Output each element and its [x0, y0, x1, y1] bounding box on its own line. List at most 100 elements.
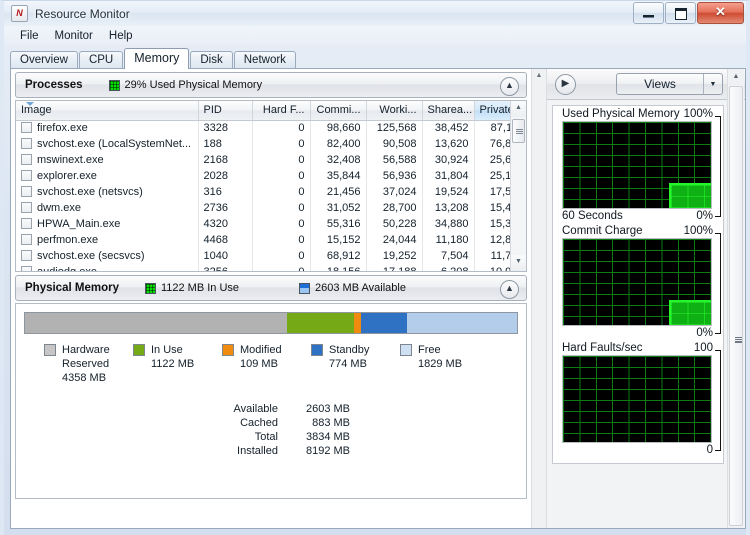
process-name: svchost.exe (netsvcs) [37, 186, 143, 198]
legend-swatch-icon [133, 344, 145, 356]
column-header-hard-faults[interactable]: Hard F... [252, 101, 310, 120]
menu-item-monitor[interactable]: Monitor [47, 28, 101, 44]
row-checkbox[interactable] [21, 154, 32, 165]
window-titlebar[interactable]: N Resource Monitor ✕ [4, 1, 746, 26]
table-row[interactable]: svchost.exe (netsvcs)316021,45637,02419,… [16, 184, 527, 200]
legend-label-cont: Reserved [62, 357, 110, 371]
shareable-cell: 31,804 [422, 168, 474, 184]
tab-overview[interactable]: Overview [10, 51, 78, 69]
scroll-up-arrow-icon[interactable]: ▲ [728, 69, 744, 85]
resource-monitor-window: N Resource Monitor ✕ File Monitor Help O… [0, 0, 750, 535]
graph-bottom-labels: 60 Seconds0% [553, 209, 723, 223]
chevron-down-icon[interactable]: ▼ [703, 74, 722, 94]
column-header-working-set[interactable]: Worki... [366, 101, 422, 120]
legend-label: Modified [240, 343, 282, 357]
shareable-cell: 34,880 [422, 216, 474, 232]
processes-section-header[interactable]: Processes 29% Used Physical Memory ▲ [15, 72, 527, 98]
column-header-shareable[interactable]: Sharea... [422, 101, 474, 120]
physical-memory-inuse-text: 1122 MB In Use [161, 282, 239, 294]
table-row[interactable]: explorer.exe2028035,84456,93631,80425,13… [16, 168, 527, 184]
tab-cpu[interactable]: CPU [79, 51, 123, 69]
graph-axis-bracket [720, 350, 721, 450]
row-checkbox[interactable] [21, 250, 32, 261]
resource-monitor-icon: N [11, 5, 28, 22]
physical-memory-legend: HardwareReserved4358 MBIn Use1122 MBModi… [44, 343, 526, 385]
processes-table-scrollbar[interactable]: ▲ ▼ [510, 101, 526, 271]
row-checkbox[interactable] [21, 202, 32, 213]
scroll-down-arrow-icon[interactable]: ▼ [511, 255, 526, 271]
graph-area-fill [671, 183, 711, 208]
table-row[interactable]: dwm.exe2736031,05228,70013,20815,492 [16, 200, 527, 216]
summary-row: Cached883 MB [220, 416, 526, 430]
processes-collapse-icon[interactable]: ▲ [500, 77, 519, 96]
shareable-cell: 30,924 [422, 152, 474, 168]
shareable-cell: 13,620 [422, 136, 474, 152]
image-cell: svchost.exe (secsvcs) [16, 248, 198, 264]
physical-memory-panel: HardwareReserved4358 MBIn Use1122 MBModi… [15, 303, 527, 499]
shareable-cell: 13,208 [422, 200, 474, 216]
graph-top-labels: Hard Faults/sec100 [553, 340, 723, 355]
right-pane-scrollbar[interactable]: ▲ [727, 69, 744, 528]
graph-canvas [562, 121, 712, 209]
graph-title: Commit Charge [562, 225, 643, 237]
image-cell: HPWA_Main.exe [16, 216, 198, 232]
physical-memory-section-header[interactable]: Physical Memory 1122 MB In Use 2603 MB A… [15, 275, 527, 301]
row-checkbox[interactable] [21, 170, 32, 181]
table-row[interactable]: HPWA_Main.exe4320055,31650,22834,88015,3… [16, 216, 527, 232]
left-pane-scrollbar[interactable]: ▲ [531, 69, 547, 528]
hard-faults-cell: 0 [252, 120, 310, 136]
graph-axis-bracket [720, 116, 721, 216]
right-pane: ▶ Views ▼ Used Physical Memory100%60 Sec… [547, 69, 745, 528]
row-checkbox[interactable] [21, 218, 32, 229]
graph-time-axis-label: 60 Seconds [562, 210, 623, 222]
tab-network[interactable]: Network [234, 51, 296, 69]
image-cell: svchost.exe (LocalSystemNet... [16, 136, 198, 152]
row-checkbox[interactable] [21, 122, 32, 133]
column-header-image[interactable]: Image [16, 101, 198, 120]
process-name: firefox.exe [37, 122, 88, 134]
tab-memory[interactable]: Memory [124, 48, 189, 69]
row-checkbox[interactable] [21, 266, 32, 272]
graph-block: Used Physical Memory100%60 Seconds0% [553, 106, 723, 223]
image-cell: svchost.exe (netsvcs) [16, 184, 198, 200]
scrollbar-track[interactable] [729, 86, 743, 526]
processes-title: Processes [25, 79, 83, 91]
table-row[interactable]: perfmon.exe4468015,15224,04411,18012,864 [16, 232, 527, 248]
row-checkbox[interactable] [21, 138, 32, 149]
table-row[interactable]: audiodg.exe3256018,15617,1886,20810,980 [16, 264, 527, 272]
sidebar-collapse-icon[interactable]: ▶ [555, 74, 576, 95]
tab-disk[interactable]: Disk [190, 51, 232, 69]
close-button[interactable]: ✕ [697, 2, 744, 24]
row-checkbox[interactable] [21, 186, 32, 197]
table-row[interactable]: svchost.exe (LocalSystemNet...188082,400… [16, 136, 527, 152]
physical-memory-available-text: 2603 MB Available [315, 282, 406, 294]
table-row[interactable]: svchost.exe (secsvcs)1040068,91219,2527,… [16, 248, 527, 264]
physical-memory-summary: Available2603 MBCached883 MBTotal3834 MB… [16, 402, 526, 458]
physical-memory-collapse-icon[interactable]: ▲ [500, 280, 519, 299]
column-header-pid[interactable]: PID [198, 101, 252, 120]
graph-fill-gridlines [671, 185, 711, 208]
menu-item-help[interactable]: Help [101, 28, 141, 44]
image-cell: audiodg.exe [16, 264, 198, 272]
graph-rising-edge [669, 183, 671, 208]
menu-item-file[interactable]: File [12, 28, 47, 44]
shareable-cell: 19,524 [422, 184, 474, 200]
table-row[interactable]: firefox.exe3328098,660125,56838,45287,11… [16, 120, 527, 136]
hard-faults-cell: 0 [252, 200, 310, 216]
column-header-commit[interactable]: Commi... [310, 101, 366, 120]
views-button[interactable]: Views ▼ [616, 73, 723, 95]
scroll-up-arrow-icon[interactable]: ▲ [532, 69, 546, 84]
row-checkbox[interactable] [21, 234, 32, 245]
graph-max-label: 100% [684, 225, 713, 237]
minimize-button[interactable] [633, 2, 664, 24]
scroll-up-arrow-icon[interactable]: ▲ [511, 101, 526, 117]
graph-axis-bottom-tick [715, 216, 721, 217]
working-set-cell: 125,568 [366, 120, 422, 136]
table-row[interactable]: mswinext.exe2168032,40856,58830,92425,66… [16, 152, 527, 168]
window-title: Resource Monitor [35, 7, 130, 21]
graph-axis-bracket [720, 233, 721, 333]
restore-button[interactable] [665, 2, 696, 24]
image-cell: mswinext.exe [16, 152, 198, 168]
left-pane: Processes 29% Used Physical Memory ▲ Ima… [11, 69, 531, 528]
scrollbar-thumb[interactable] [512, 119, 525, 143]
